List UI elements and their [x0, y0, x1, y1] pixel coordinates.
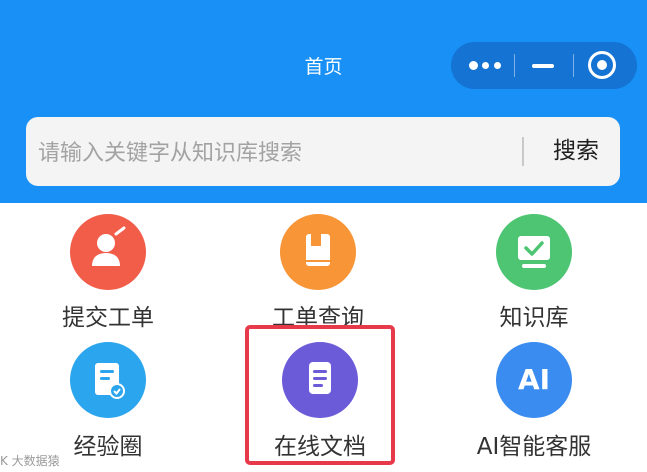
- capsule-divider: [514, 54, 515, 77]
- mini-program-capsule: [451, 42, 637, 89]
- search-input[interactable]: [36, 133, 520, 173]
- ai-icon: AI: [496, 342, 572, 418]
- search-button[interactable]: 搜索: [536, 132, 616, 171]
- search-bar: 搜索: [26, 117, 620, 186]
- book-icon: [280, 214, 356, 290]
- more-dot-icon: [494, 62, 501, 69]
- minus-icon: [532, 64, 554, 68]
- highlight-box: [245, 325, 395, 465]
- grid-item-ai-service[interactable]: AI AI智能客服: [454, 342, 614, 460]
- grid-item-experience-circle[interactable]: 经验圈: [28, 342, 188, 460]
- capsule-divider: [573, 54, 574, 77]
- grid-item-label: 知识库: [499, 305, 569, 331]
- more-dot-icon: [469, 61, 478, 70]
- close-button[interactable]: [585, 42, 623, 89]
- grid-item-label: AI智能客服: [476, 434, 592, 460]
- watermark: K 大数据猿: [0, 454, 60, 468]
- person-icon: [70, 214, 146, 290]
- minimize-button[interactable]: [527, 42, 561, 89]
- more-dot-icon: [482, 62, 489, 69]
- more-button[interactable]: [469, 42, 513, 89]
- grid-item-label: 提交工单: [62, 305, 154, 331]
- document-check-icon: [70, 342, 146, 418]
- search-divider: [522, 137, 524, 166]
- grid-item-submit-ticket[interactable]: 提交工单: [28, 214, 188, 332]
- monitor-check-icon: [496, 214, 572, 290]
- header-bar: 首页 搜索: [0, 0, 647, 203]
- grid-item-knowledge-base[interactable]: 知识库: [454, 214, 614, 332]
- grid-item-ticket-query[interactable]: 工单查询: [238, 214, 398, 332]
